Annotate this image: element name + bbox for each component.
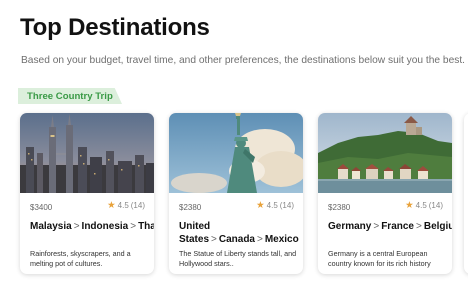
chevron-right-icon: > (211, 233, 217, 245)
page: Top Destinations Based on your budget, t… (0, 0, 468, 293)
rating-value: 4.5 (415, 201, 427, 211)
chevron-right-icon: > (373, 221, 380, 232)
destination-card[interactable]: $2380 ★ 4.5 (14) Germany>France>Belgium … (318, 113, 452, 274)
destination-description: The Statue of Liberty stands tall, and H… (179, 249, 297, 268)
country: Thailand (138, 221, 154, 232)
price: $2380 (328, 203, 351, 212)
price: $2380 (179, 203, 202, 212)
country: Mexico (264, 233, 299, 245)
route: Malaysia>Indonesia>Thailand (30, 221, 154, 234)
rating-value: 4.5 (117, 201, 129, 211)
chevron-right-icon: > (130, 221, 137, 232)
country: Canada (218, 233, 255, 245)
review-count: (14) (279, 201, 294, 211)
country: United States (179, 221, 211, 245)
destination-card[interactable]: $3400 ★ 4.5 (14) Malaysia>Indonesia>Thai… (20, 113, 154, 274)
rating: ★ 4.5 (14) (256, 201, 294, 211)
destination-description: Rainforests, skyscrapers, and a melting … (30, 249, 131, 268)
rating: ★ 4.5 (14) (107, 201, 145, 211)
trip-type-tag: Three Country Trip (18, 88, 122, 104)
country: Germany (328, 221, 372, 232)
destination-image-statue-of-liberty (169, 113, 303, 193)
rating: ★ 4.5 (14) (405, 201, 443, 211)
destination-image-kuala-lumpur (20, 113, 154, 193)
country: Malaysia (30, 221, 72, 232)
rating-value: 4.5 (266, 201, 278, 211)
page-title: Top Destinations (20, 14, 210, 41)
review-count: (14) (428, 201, 443, 211)
country: Indonesia (81, 221, 129, 232)
country: France (381, 221, 414, 232)
star-icon: ★ (405, 200, 414, 211)
chevron-right-icon: > (73, 221, 80, 232)
route: United States > Canada > Mexico (179, 221, 299, 246)
review-count: (14) (130, 201, 145, 211)
price: $3400 (30, 203, 53, 212)
star-icon: ★ (107, 200, 116, 211)
route: Germany>France>Belgium (328, 221, 452, 234)
chevron-right-icon: > (416, 221, 422, 232)
chevron-right-icon: > (256, 233, 263, 245)
country: Belgium (423, 221, 452, 232)
destination-description: Germany is a central European country kn… (328, 249, 431, 268)
destination-card-partial[interactable] (464, 113, 468, 274)
destination-card[interactable]: $2380 ★ 4.5 (14) United States > Canada > Me… (169, 113, 303, 274)
star-icon: ★ (256, 200, 265, 211)
destination-image-german-castle (318, 113, 452, 193)
page-subtitle: Based on your budget, travel time, and o… (21, 55, 465, 66)
